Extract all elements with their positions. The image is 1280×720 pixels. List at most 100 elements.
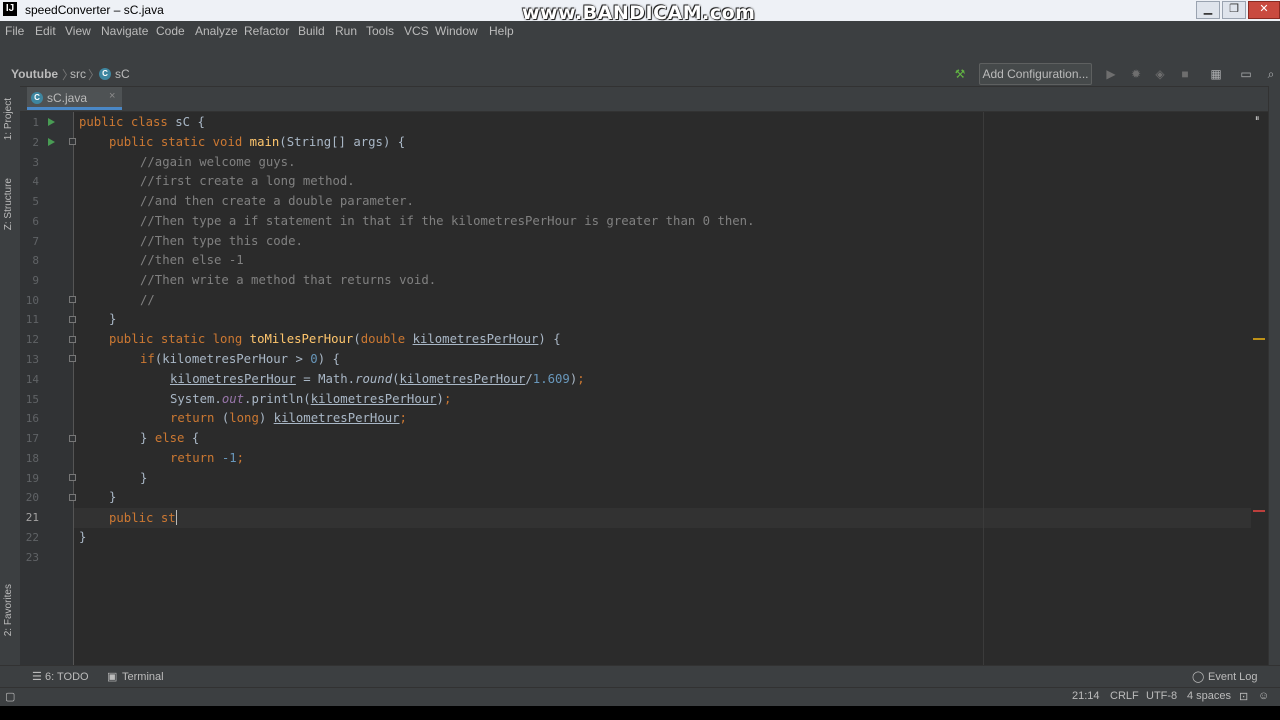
line-number: 5: [32, 195, 39, 208]
code-line-14: kilometresPerHour = Math.round(kilometre…: [170, 372, 585, 386]
fold-icon[interactable]: [69, 316, 76, 323]
code-line-8: //then else -1: [140, 253, 244, 267]
code-line-12: public static long toMilesPerHour(double…: [109, 332, 561, 346]
fold-icon[interactable]: [69, 474, 76, 481]
menu-window[interactable]: Window: [435, 24, 478, 38]
right-margin-guide: [983, 112, 984, 665]
code-line-21: public st: [109, 510, 177, 525]
layout-icon[interactable]: ▭: [1238, 66, 1254, 82]
fold-icon[interactable]: [69, 494, 76, 501]
line-number: 14: [25, 373, 39, 386]
fold-icon[interactable]: [69, 435, 76, 442]
line-number: 6: [32, 215, 39, 228]
fold-icon[interactable]: [69, 355, 76, 362]
breadcrumb-file[interactable]: sC: [115, 67, 130, 81]
event-log-icon: ◯: [1192, 671, 1205, 683]
bottom-tool-bar: ☰ 6: TODO ▣ Terminal ◯ Event Log: [0, 665, 1280, 688]
menu-run[interactable]: Run: [335, 24, 357, 38]
debug-icon[interactable]: ✹: [1128, 66, 1144, 82]
line-number: 12: [25, 333, 39, 346]
run-class-icon[interactable]: [48, 118, 55, 126]
coverage-icon[interactable]: ◈: [1152, 66, 1168, 82]
structure-tool-tab[interactable]: Z: Structure: [3, 178, 14, 230]
terminal-icon: ▣: [107, 671, 118, 683]
warning-marker[interactable]: [1253, 338, 1265, 340]
menu-navigate[interactable]: Navigate: [101, 24, 148, 38]
code-line-17: } else {: [140, 431, 200, 445]
inspection-status-icon[interactable]: ⏸: [1255, 114, 1260, 124]
current-line-highlight: [74, 508, 1251, 528]
code-line-2: public static void main(String[] args) {: [109, 135, 406, 149]
run-main-icon[interactable]: [48, 138, 55, 146]
line-number: 23: [25, 551, 39, 564]
menu-code[interactable]: Code: [156, 24, 185, 38]
fold-icon[interactable]: [69, 296, 76, 303]
breadcrumb-folder[interactable]: src: [70, 67, 86, 81]
run-icon[interactable]: ▶: [1103, 66, 1119, 82]
code-line-1: public class sC {: [79, 115, 205, 129]
line-number: 1: [32, 116, 39, 129]
breadcrumb-project[interactable]: Youtube: [11, 67, 58, 81]
menu-file[interactable]: File: [5, 24, 24, 38]
menu-edit[interactable]: Edit: [35, 24, 56, 38]
lock-icon[interactable]: ⊡: [1239, 690, 1248, 703]
line-number: 2: [32, 136, 39, 149]
toggle-tool-windows-icon[interactable]: ▢: [5, 690, 15, 703]
java-class-icon: C: [31, 92, 43, 104]
line-number: 19: [25, 472, 39, 485]
line-number: 4: [32, 175, 39, 188]
intellij-app-icon: IJ: [3, 2, 17, 16]
title-bar: IJ speedConverter – sC.java www.BANDICAM…: [0, 0, 1280, 24]
project-structure-icon[interactable]: ▦: [1208, 66, 1224, 82]
todo-tool-tab[interactable]: 6: TODO: [45, 671, 89, 683]
close-tab-icon[interactable]: ×: [109, 90, 115, 102]
line-separator[interactable]: CRLF: [1110, 690, 1139, 702]
code-line-22: }: [79, 530, 87, 544]
menu-build[interactable]: Build: [298, 24, 325, 38]
menu-view[interactable]: View: [65, 24, 91, 38]
close-window-button[interactable]: ✕: [1248, 1, 1280, 19]
line-number: 7: [32, 235, 39, 248]
menu-analyze[interactable]: Analyze: [195, 24, 238, 38]
code-line-13: if(kilometresPerHour > 0) {: [140, 352, 340, 366]
indent-setting[interactable]: 4 spaces: [1187, 690, 1231, 702]
hammer-icon[interactable]: ⚒: [952, 66, 968, 82]
event-log-tool-tab[interactable]: Event Log: [1208, 671, 1258, 683]
hector-icon[interactable]: ☺: [1258, 690, 1269, 702]
terminal-tool-tab[interactable]: Terminal: [122, 671, 164, 683]
stop-icon[interactable]: ■: [1177, 66, 1193, 82]
error-marker[interactable]: [1253, 510, 1265, 512]
tab-sc-java[interactable]: C sC.java ×: [27, 87, 122, 110]
code-line-10: //: [140, 293, 155, 307]
menu-refactor[interactable]: Refactor: [244, 24, 289, 38]
caret-position[interactable]: 21:14: [1072, 690, 1100, 702]
code-line-16: return (long) kilometresPerHour;: [170, 411, 407, 425]
editor-scrollbar[interactable]: ⏸: [1251, 112, 1268, 665]
maximize-button[interactable]: ❐: [1222, 1, 1246, 19]
code-line-4: //first create a long method.: [140, 174, 355, 188]
search-icon[interactable]: ⌕: [1263, 66, 1279, 82]
line-number: 16: [25, 412, 39, 425]
line-number: 13: [25, 353, 39, 366]
code-line-15: System.out.println(kilometresPerHour);: [170, 392, 452, 406]
fold-icon[interactable]: [69, 336, 76, 343]
code-line-18: return -1;: [170, 451, 245, 465]
line-number: 9: [32, 274, 39, 287]
minimize-button[interactable]: ▁: [1196, 1, 1220, 19]
line-number: 20: [25, 491, 39, 504]
line-number: 10: [25, 294, 39, 307]
code-line-6: //Then type a if statement in that if th…: [140, 214, 755, 228]
right-tool-strip: [1268, 86, 1280, 665]
editor-tab-bar: C sC.java ×: [20, 87, 1268, 112]
project-tool-tab[interactable]: 1: Project: [3, 98, 14, 140]
menu-help[interactable]: Help: [489, 24, 514, 38]
fold-icon[interactable]: [69, 138, 76, 145]
favorites-tool-tab[interactable]: 2: Favorites: [3, 584, 14, 636]
file-encoding[interactable]: UTF-8: [1146, 690, 1177, 702]
tab-label: sC.java: [47, 91, 88, 105]
line-number: 17: [25, 432, 39, 445]
java-class-icon: C: [99, 68, 111, 80]
add-configuration-button[interactable]: Add Configuration...: [979, 63, 1092, 85]
menu-vcs[interactable]: VCS: [404, 24, 429, 38]
menu-tools[interactable]: Tools: [366, 24, 394, 38]
